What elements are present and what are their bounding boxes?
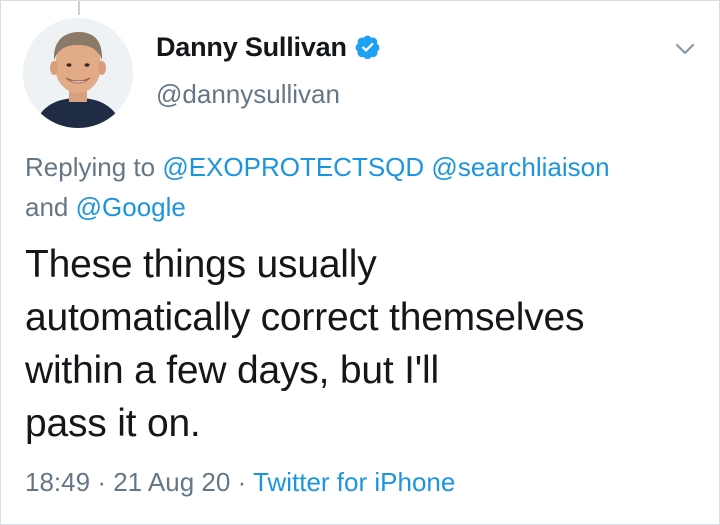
author-display-name[interactable]: Danny Sullivan [156,32,347,63]
tweet-text-line: within a few days, but I'll [25,349,439,392]
mention-link-exoprotectsqd[interactable]: @EXOPROTECTSQD [162,152,424,182]
meta-separator: · [237,467,247,497]
tweet-card: Danny Sullivan @dannysullivan Replying t… [0,0,720,525]
tweet-text-line: pass it on. [25,402,201,445]
author-block: Danny Sullivan @dannysullivan [156,27,381,110]
avatar-photo [23,18,133,128]
tweet-source-link[interactable]: Twitter for iPhone [253,467,455,497]
tweet-time[interactable]: 18:49 [25,467,90,497]
thread-connector-line [78,1,80,15]
mention-link-google[interactable]: @Google [76,192,186,222]
avatar[interactable] [23,18,133,128]
tweet-date[interactable]: 21 Aug 20 [113,467,230,497]
reply-context: Replying to @EXOPROTECTSQD @searchliaiso… [25,147,695,227]
tweet-text-line: automatically correct themselves [25,296,585,339]
author-handle[interactable]: @dannysullivan [156,79,381,110]
chevron-down-icon[interactable] [673,37,697,61]
meta-separator: · [97,467,106,497]
name-row: Danny Sullivan [156,27,381,67]
tweet-text: These things usually automatically corre… [25,238,705,450]
reply-conjunction: and [25,192,69,222]
mention-link-searchliaison[interactable]: @searchliaison [431,152,609,182]
replying-to-label: Replying to [25,152,156,182]
tweet-metadata: 18:49 · 21 Aug 20 · Twitter for iPhone [25,467,455,498]
verified-badge-icon [355,34,381,60]
tweet-text-line: These things usually [25,243,377,286]
